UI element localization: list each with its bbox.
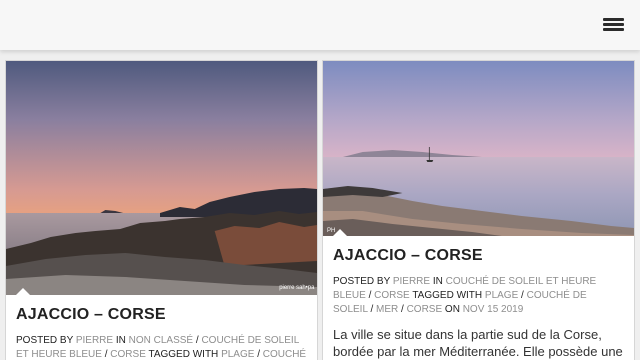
image-notch [332,229,348,236]
post-excerpt: La ville se situe dans la partie sud de … [333,327,623,359]
post-card: PH AJACCIO – CORSE POSTED BY PIERRE IN C… [322,60,635,360]
hamburger-menu-icon[interactable] [603,17,624,33]
post-thumbnail-link[interactable]: PH [323,61,634,236]
tag-link[interactable]: MER [376,304,398,315]
menu-line [603,23,624,26]
tag-link[interactable]: PLAGE [485,290,518,301]
category-link[interactable]: CORSE [374,290,410,301]
menu-line [603,28,624,31]
category-link[interactable]: NON CLASSÉ [129,335,193,346]
sunset-rocks-photo: pierre sah•pa [6,61,317,295]
author-link[interactable]: PIERRE [393,276,430,287]
author-link[interactable]: PIERRE [76,335,113,346]
beach-dusk-photo: PH [323,61,634,236]
post-card: pierre sah•pa AJACCIO – CORSE POSTED BY … [5,60,318,360]
post-date-link[interactable]: NOV 15 2019 [463,304,524,315]
post-thumbnail-link[interactable]: pierre sah•pa [6,61,317,295]
top-bar [0,0,640,50]
post-meta: POSTED BY PIERRE IN NON CLASSÉ / COUCHÉ … [16,335,307,360]
post-title[interactable]: AJACCIO – CORSE [323,247,634,265]
category-link[interactable]: CORSE [110,349,146,360]
image-notch [15,288,31,295]
post-meta: POSTED BY PIERRE IN COUCHÉ DE SOLEIL ET … [333,276,597,315]
post-title[interactable]: AJACCIO – CORSE [6,306,317,324]
photo-watermark: pierre sah•pa [279,285,315,291]
tag-link[interactable]: COUCHÉ [263,349,306,360]
tag-link[interactable]: CORSE [407,304,443,315]
menu-line [603,18,624,21]
tag-link[interactable]: PLAGE [221,349,254,360]
